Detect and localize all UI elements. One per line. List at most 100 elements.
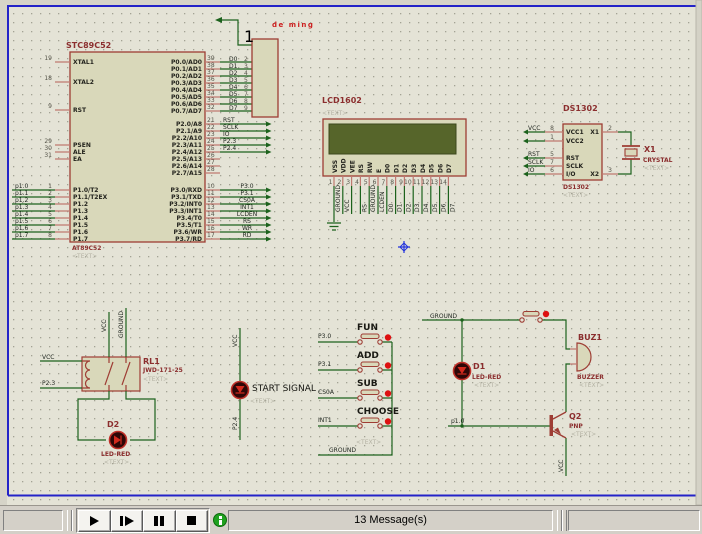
mcu-pin-name: P2.3/A11: [172, 142, 202, 149]
mcu-pin-number: 11: [207, 190, 215, 197]
mcu-pin-name: P0.3/AD3: [171, 80, 202, 87]
lcd-pin-number: 10: [404, 179, 412, 186]
buzzer-model: BUZZER: [577, 374, 604, 381]
connector-pin-number: 3: [244, 63, 248, 70]
rtc-pin-number: 2: [608, 125, 612, 132]
mcu-pin-name: P3.6/WR: [174, 229, 203, 236]
relay-ref: RL1: [143, 357, 160, 366]
lcd-pin-number: 8: [390, 179, 394, 186]
net-label: IO: [223, 131, 230, 138]
lcd-pin-name: VEE: [349, 160, 356, 173]
stop-button[interactable]: [176, 510, 209, 532]
message-count: 13 Message(s): [354, 514, 427, 526]
canvas-right-strip[interactable]: [696, 0, 702, 505]
button-actuator[interactable]: [385, 334, 391, 340]
mcu-pin-name: P3.5/T1: [177, 222, 203, 229]
header-connector-label: de ming: [272, 21, 314, 29]
connector-pin-number: 6: [244, 84, 248, 91]
mcu-pin-name: P0.7/AD7: [171, 108, 202, 115]
mcu-pin-number: 37: [207, 69, 215, 76]
mcu-pin-number: 30: [44, 145, 52, 152]
mcu-pin-name: EA: [73, 156, 82, 163]
net-label: RST: [528, 151, 540, 158]
net-label: D0: [229, 56, 238, 63]
info-icon[interactable]: [213, 513, 227, 527]
mcu-pin-name: P3.2/INT0: [169, 201, 202, 208]
led-model: LED-RED: [101, 451, 130, 458]
mcu-pin-name: P2.0/A8: [176, 121, 202, 128]
mcu-pin-number: 27: [207, 159, 215, 166]
play-button[interactable]: [78, 510, 111, 532]
lcd-pin-number: 14: [439, 179, 447, 186]
lcd-pin-name: D3: [411, 164, 418, 173]
net-label: p1.6: [15, 225, 29, 232]
status-panel-left: [3, 510, 63, 531]
net-label: D3: [229, 77, 238, 84]
mcu-model: AT89C52: [72, 245, 101, 252]
mcu-p2-pin-names: P2.0/A8P2.1/A9P2.2/A10P2.3/A11P2.4/A12P2…: [172, 121, 202, 177]
net-label: D2: [405, 203, 412, 212]
pause-button[interactable]: [143, 510, 176, 532]
button-actuator[interactable]: [385, 418, 391, 424]
mcu-pin-name: P3.7/RD: [175, 236, 202, 243]
net-label: SCLK: [223, 124, 239, 131]
crystal-body[interactable]: [625, 149, 637, 156]
connector-pin-number: 5: [244, 77, 248, 84]
lcd-pin-name: D2: [402, 164, 409, 173]
lcd-title: LCD1602: [322, 96, 362, 105]
transistor-model: PNP: [569, 423, 583, 430]
net-label: GROUND: [335, 185, 342, 212]
rtc-pin-number: 7: [550, 159, 554, 166]
net-label: P3.0: [240, 183, 253, 190]
button-actuator[interactable]: [385, 362, 391, 368]
button-label: ADD: [357, 351, 379, 361]
mcu-pin-name: P0.1/AD1: [171, 66, 202, 73]
mcu-placeholder: <TEXT>: [72, 253, 97, 260]
mcu-pin-number: 22: [207, 124, 215, 131]
net-label: SCLK: [528, 159, 544, 166]
sheet-margin-top: [0, 0, 702, 5]
button-actuator[interactable]: [543, 311, 549, 317]
rtc-pin-number: 1: [550, 134, 554, 141]
relay-body[interactable]: [82, 357, 140, 391]
mcu-pin-name: P0.5/AD5: [171, 94, 202, 101]
net-label: IO: [528, 167, 535, 174]
net-label: INT1: [318, 417, 332, 424]
net-label: D5: [229, 91, 238, 98]
rtc-pin-number: 6: [550, 167, 554, 174]
net-label: P2.4: [232, 417, 239, 430]
net-label: VCC: [528, 125, 540, 132]
led-placeholder: <TEXT>: [104, 459, 129, 466]
schematic-svg[interactable]: STC89C52 AT89C52 <TEXT> XTAL1XTAL2RSTPSE…: [0, 0, 702, 505]
mcu-pin-number: 17: [207, 232, 215, 239]
button-label: FUN: [357, 323, 378, 333]
rtc-pin-number: 5: [550, 151, 554, 158]
transistor-ref: Q2: [569, 412, 581, 421]
header-connector-body[interactable]: [252, 39, 278, 117]
mcu-pin-name: P2.4/A12: [172, 149, 202, 156]
crystal-ref: X1: [644, 145, 656, 154]
mcu-pin-number: 6: [48, 218, 52, 225]
net-label: GROUND: [329, 447, 356, 454]
mcu-p0-net-labels: D0D1D2D3D4D5D6D7: [229, 56, 238, 112]
mcu-pin-name: XTAL2: [73, 79, 94, 86]
net-label: D7: [229, 105, 238, 112]
step-button[interactable]: [111, 510, 144, 532]
mcu-pin-number: 21: [207, 117, 215, 124]
stop-icon: [187, 516, 196, 525]
mcu-pin-name: P2.1/A9: [176, 128, 202, 135]
mcu-pin-number: 23: [207, 131, 215, 138]
lcd-pin-name: D4: [420, 164, 427, 173]
lcd-pin-name: E: [376, 169, 383, 173]
step-icon: [120, 516, 123, 526]
status-message-panel[interactable]: 13 Message(s): [228, 510, 553, 531]
mcu-pin-name: P3.0/RXD: [171, 187, 202, 194]
mcu-pin-name: P0.2/AD2: [171, 73, 202, 80]
net-label: D1: [397, 203, 404, 212]
net-label: GROUND: [430, 313, 457, 320]
mcu-pin-name: P1.2: [73, 201, 88, 208]
status-panel-right: [568, 510, 700, 531]
button-actuator[interactable]: [385, 390, 391, 396]
mcu-pin-number: 12: [207, 197, 215, 204]
schematic-canvas[interactable]: STC89C52 AT89C52 <TEXT> XTAL1XTAL2RSTPSE…: [0, 0, 702, 505]
